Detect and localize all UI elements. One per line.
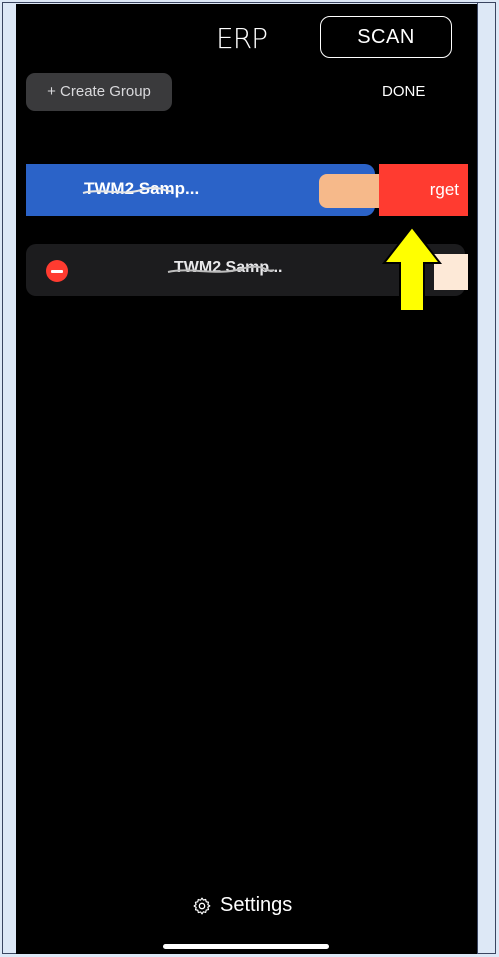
app-logo: ERP (216, 22, 268, 55)
device-name: TWM2 Samp... (174, 259, 283, 276)
gear-icon (193, 897, 211, 914)
scan-button[interactable]: SCAN (320, 16, 452, 58)
done-button[interactable]: DONE (382, 83, 425, 100)
create-group-button[interactable]: + Create Group (26, 73, 172, 111)
home-indicator (163, 944, 329, 949)
minus-circle-icon[interactable] (46, 260, 68, 282)
forget-button[interactable]: rget (379, 164, 468, 216)
up-arrow-icon (382, 225, 442, 312)
device-name: TWM2 Samp... (84, 179, 200, 198)
phone-screen: ERP SCAN + Create Group DONE TWM2 Samp..… (16, 4, 477, 954)
screen-divider (477, 2, 478, 954)
settings-label: Settings (220, 894, 293, 916)
settings-link[interactable]: Settings (192, 894, 292, 917)
